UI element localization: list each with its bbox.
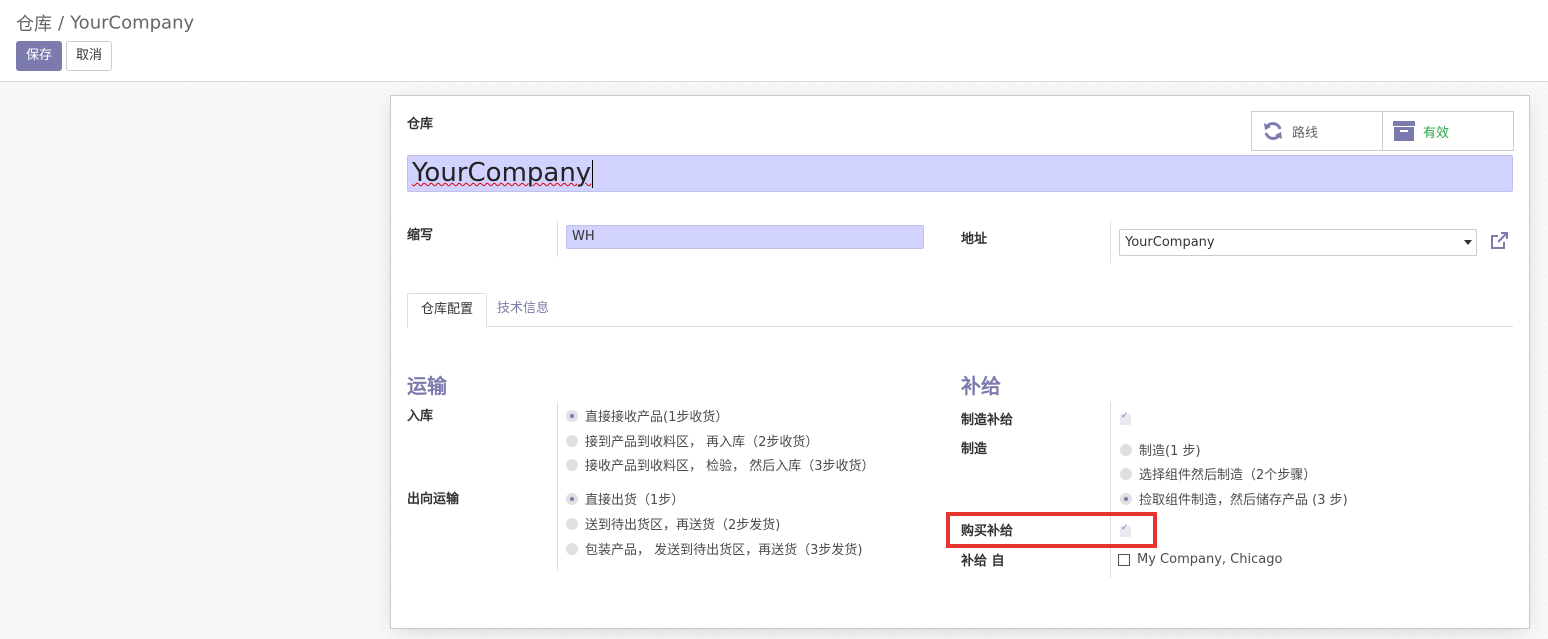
tab-warehouse-config[interactable]: 仓库配置 [407,293,488,328]
active-toggle-button[interactable]: 有效 [1382,112,1513,150]
option-label: 送到待出货区，再送货（2步发货) [585,518,781,533]
radio-button[interactable] [566,458,578,471]
manufacture-resupply-label: 制造补给 [961,413,1014,428]
radio-button[interactable] [1120,443,1132,456]
radio-button[interactable] [566,434,578,447]
buy-resupply-checkbox[interactable] [1120,523,1131,537]
outgoing-option-3[interactable]: 包装产品， 发送到待出货区，再送货（3步发货) [566,539,862,558]
archive-icon [1393,121,1415,141]
routes-button[interactable]: 路线 [1252,112,1382,150]
address-select[interactable]: YourCompany [1119,229,1477,256]
refresh-icon [1264,122,1282,140]
breadcrumb-parent-link[interactable]: 仓库 [16,14,52,35]
save-button[interactable]: 保存 [16,41,62,71]
radio-button[interactable] [566,517,578,530]
outgoing-option-1[interactable]: 直接出货（1步） [566,489,684,508]
radio-button[interactable] [566,492,578,505]
resupply-title: 补给 [961,374,1001,398]
option-label: 接收产品到收料区， 检验， 然后入库（3步收货） [585,459,875,474]
notebook-tabs: 仓库配置 技术信息 [407,293,1513,328]
divider [1110,402,1111,578]
text-caret [592,159,594,188]
outgoing-label: 出向运输 [407,492,460,507]
buy-resupply-label: 购买补给 [961,524,1014,539]
manufacture-option-2[interactable]: 选择组件然后制造（2个步骤） [1120,464,1316,483]
incoming-option-3[interactable]: 接收产品到收料区， 检验， 然后入库（3步收货） [566,455,875,474]
shipments-title: 运输 [407,374,447,398]
option-label: 直接出货（1步） [585,493,685,508]
divider [1110,221,1111,263]
control-panel: 仓库 / YourCompany 保存 取消 [0,0,1548,82]
option-label: 选择组件然后制造（2个步骤） [1139,468,1317,483]
option-label: 捡取组件制造，然后储存产品 (3 步) [1139,493,1348,508]
resupply-from-option[interactable]: My Company, Chicago [1118,552,1282,567]
breadcrumb: 仓库 / YourCompany [16,10,194,36]
radio-button[interactable] [1120,467,1132,480]
option-label: 接到产品到收料区， 再入库（2步收货） [585,435,819,450]
incoming-option-1[interactable]: 直接接收产品(1步收货） [566,406,728,425]
routes-label: 路线 [1292,125,1319,141]
radio-button[interactable] [1120,492,1132,505]
chevron-down-icon [1464,240,1472,245]
cancel-button[interactable]: 取消 [66,41,112,71]
incoming-label: 入库 [407,409,434,424]
option-label: My Company, Chicago [1137,552,1283,567]
code-label: 缩写 [407,228,434,243]
resupply-from-label: 补给 自 [961,554,1005,569]
outgoing-option-2[interactable]: 送到待出货区，再送货（2步发货) [566,514,780,533]
warehouse-name-input[interactable]: YourCompany [407,155,1513,192]
address-value: YourCompany [1125,235,1215,250]
warehouse-name-label: 仓库 [407,117,434,132]
smart-button-box: 路线 有效 [1251,111,1514,151]
warehouse-name-value: YourCompany [412,158,592,188]
tab-technical-info[interactable]: 技术信息 [484,293,562,327]
divider [557,402,558,570]
manufacture-option-1[interactable]: 制造(1 步) [1120,440,1201,459]
address-label: 地址 [961,232,988,247]
breadcrumb-separator: / [58,12,65,34]
option-label: 制造(1 步) [1139,444,1201,459]
breadcrumb-current: YourCompany [70,12,195,34]
active-label: 有效 [1423,125,1450,141]
manufacture-resupply-checkbox[interactable] [1120,411,1131,425]
option-label: 直接接收产品(1步收货） [585,410,729,425]
code-input[interactable]: WH [566,225,924,249]
form-sheet: 仓库 路线 有效 YourCompany 缩写 WH 地址 YourCompan… [390,95,1530,629]
manufacture-option-3[interactable]: 捡取组件制造，然后储存产品 (3 步) [1120,489,1348,508]
incoming-option-2[interactable]: 接到产品到收料区， 再入库（2步收货） [566,431,818,450]
radio-button[interactable] [566,409,578,422]
radio-button[interactable] [566,542,578,555]
option-label: 包装产品， 发送到待出货区，再送货（3步发货) [585,543,863,558]
external-link-icon[interactable] [1488,230,1510,252]
checkbox[interactable] [1118,553,1130,566]
manufacture-label: 制造 [961,442,988,457]
divider [557,221,558,257]
